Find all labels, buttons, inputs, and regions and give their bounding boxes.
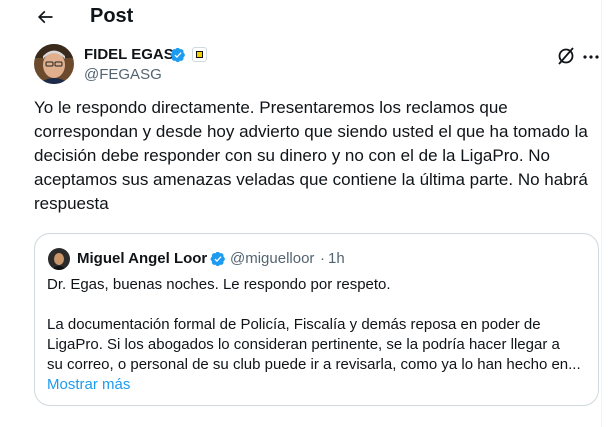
quote-paragraph: La documentación formal de Policía, Fisc… bbox=[47, 315, 592, 375]
quoted-post[interactable]: Miguel Angel Loor @miguelloor · 1h Dr. E… bbox=[34, 233, 599, 406]
arrow-left-icon bbox=[37, 10, 53, 24]
verified-badge-icon bbox=[210, 251, 225, 267]
quote-text-line: Dr. Egas, buenas noches. Le respondo por… bbox=[47, 276, 391, 293]
more-options-icon[interactable] bbox=[582, 48, 600, 66]
author-handle[interactable]: @FEGASG bbox=[84, 66, 162, 84]
show-more-link[interactable]: Mostrar más bbox=[47, 375, 130, 395]
quote-timestamp: 1h bbox=[328, 250, 345, 267]
post-text: Yo le respondo directamente. Presentarem… bbox=[34, 98, 588, 213]
back-button[interactable] bbox=[30, 4, 60, 30]
quote-text-line: LigaPro. Si los abogados lo consideran p… bbox=[47, 336, 560, 353]
page-title: Post bbox=[90, 5, 134, 27]
column-divider bbox=[601, 0, 602, 427]
grok-icon[interactable] bbox=[556, 46, 576, 66]
post-header: Post bbox=[0, 0, 601, 34]
quote-author-name: Miguel Angel Loor bbox=[77, 250, 208, 267]
affiliation-badge-icon[interactable] bbox=[192, 47, 207, 62]
quote-text-line: La documentación formal de Policía, Fisc… bbox=[47, 316, 541, 333]
quote-author-handle: @miguelloor bbox=[230, 250, 315, 267]
quote-avatar bbox=[48, 248, 70, 270]
avatar[interactable] bbox=[34, 44, 74, 84]
verified-badge-icon bbox=[170, 47, 185, 63]
quote-separator: · bbox=[320, 250, 325, 267]
author-name[interactable]: FIDEL EGAS bbox=[84, 46, 174, 64]
quote-text-line: su correo, o personal de su club puede i… bbox=[47, 356, 581, 373]
